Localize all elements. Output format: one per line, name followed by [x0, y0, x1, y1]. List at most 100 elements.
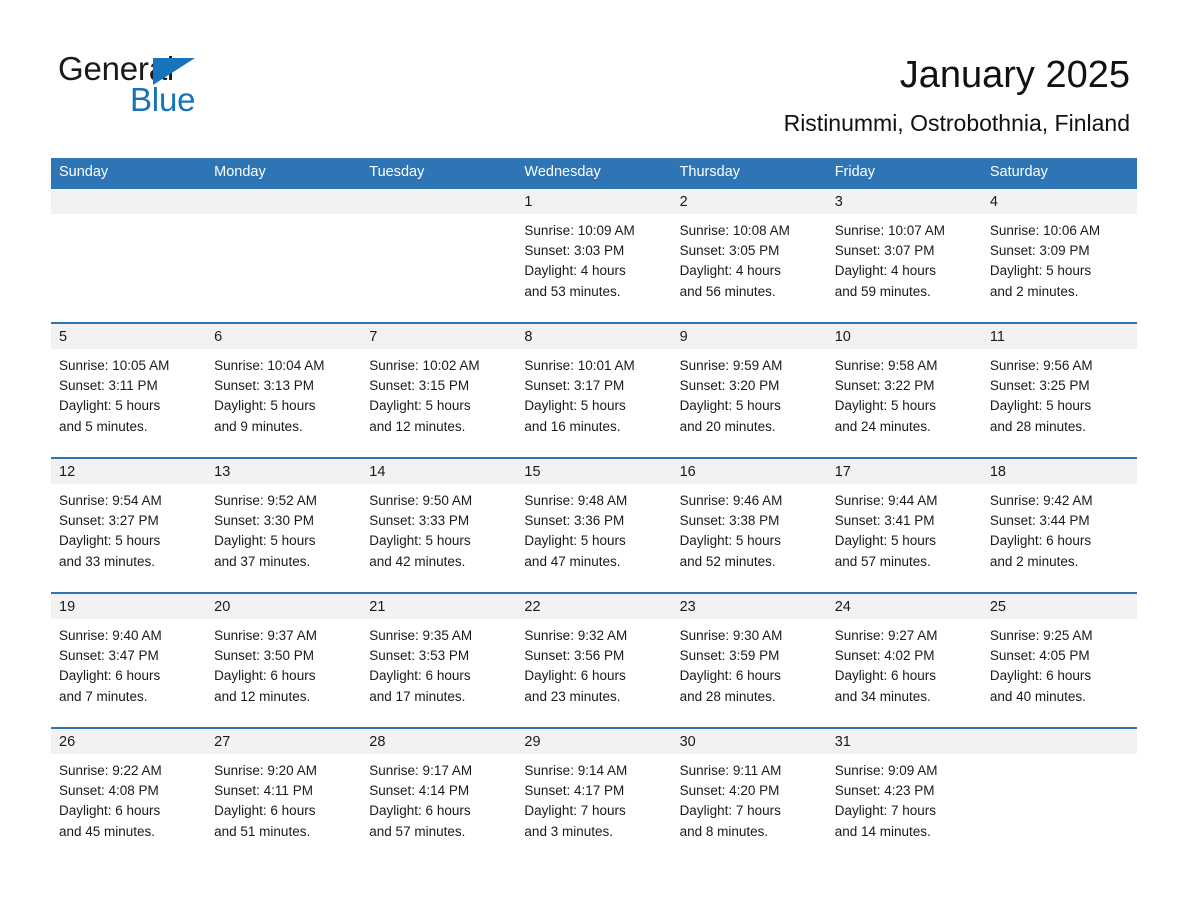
- day-cell[interactable]: 16 Sunrise: 9:46 AM Sunset: 3:38 PM Dayligh…: [671, 459, 827, 586]
- day-detail-line: and 56 minutes.: [679, 283, 776, 299]
- day-detail-line: Sunrise: 10:01 AM: [524, 358, 635, 373]
- day-details: Sunrise: 9:54 AM Sunset: 3:27 PM Daylight:…: [51, 484, 206, 572]
- weekday-header-sunday: Sunday: [59, 164, 109, 180]
- day-cell[interactable]: 28 Sunrise: 9:17 AM Sunset: 4:14 PM Dayligh…: [361, 729, 517, 856]
- calendar-grid: Sunday Monday Tuesday Wednesday Thursday Frid…: [51, 158, 1137, 856]
- day-details: Sunrise: 10:04 AM Sunset: 3:13 PM Daylight…: [206, 349, 361, 437]
- day-detail-line: Sunrise: 9:20 AM: [214, 763, 317, 778]
- day-number: 2: [671, 189, 827, 214]
- day-details: Sunrise: 9:40 AM Sunset: 3:47 PM Daylight:…: [51, 619, 206, 707]
- day-details: Sunrise: 9:32 AM Sunset: 3:56 PM Daylight:…: [516, 619, 671, 707]
- day-detail-line: Sunrise: 10:02 AM: [369, 358, 480, 373]
- day-detail-line: Daylight: 4 hours: [679, 263, 781, 279]
- day-detail-line: Sunset: 3:36 PM: [524, 513, 625, 529]
- day-number: 22: [516, 594, 672, 619]
- day-detail-line: Daylight: 7 hours: [679, 803, 781, 819]
- day-detail-line: Sunrise: 9:58 AM: [834, 358, 938, 373]
- day-details: Sunrise: 9:14 AM Sunset: 4:17 PM Daylight:…: [516, 754, 671, 842]
- day-detail-line: Daylight: 6 hours: [834, 668, 937, 684]
- day-cell[interactable]: 13 Sunrise: 9:52 AM Sunset: 3:30 PM Dayligh…: [206, 459, 362, 586]
- day-detail-line: Daylight: 5 hours: [214, 533, 316, 549]
- general-blue-logo[interactable]: General Blue: [58, 52, 338, 120]
- day-details: Sunrise: 9:11 AM Sunset: 4:20 PM Daylight:…: [672, 754, 827, 842]
- day-detail-line: Sunrise: 9:35 AM: [369, 628, 473, 643]
- calendar-page: General Blue January 2025 Ristinummi, Os…: [0, 0, 1188, 918]
- week-row: 1 Sunrise: 10:09 AM Sunset: 3:03 PM Dayligh…: [51, 187, 1137, 316]
- day-details: Sunrise: 9:37 AM Sunset: 3:50 PM Daylight:…: [206, 619, 361, 707]
- day-number: 5: [51, 324, 207, 349]
- day-number: [361, 189, 517, 214]
- day-details: Sunrise: 9:20 AM Sunset: 4:11 PM Daylight:…: [206, 754, 361, 842]
- day-detail-line: Daylight: 6 hours: [59, 803, 161, 819]
- day-detail-line: Sunset: 3:38 PM: [679, 513, 780, 529]
- day-cell[interactable]: 2 Sunrise: 10:08 AM Sunset: 3:05 PM Dayligh…: [671, 189, 827, 316]
- day-detail-line: Sunset: 3:50 PM: [214, 648, 314, 664]
- day-cell[interactable]: 29 Sunrise: 9:14 AM Sunset: 4:17 PM Dayligh…: [516, 729, 672, 856]
- page-subtitle: Ristinummi, Ostrobothnia, Finland: [783, 110, 1130, 136]
- day-detail-line: Sunset: 3:15 PM: [369, 378, 470, 394]
- day-cell[interactable]: 20 Sunrise: 9:37 AM Sunset: 3:50 PM Dayligh…: [206, 594, 362, 721]
- day-cell[interactable]: 7 Sunrise: 10:02 AM Sunset: 3:15 PM Dayligh…: [361, 324, 517, 451]
- day-cell[interactable]: 1 Sunrise: 10:09 AM Sunset: 3:03 PM Dayligh…: [516, 189, 672, 316]
- day-number: 27: [206, 729, 362, 754]
- day-cell[interactable]: 27 Sunrise: 9:20 AM Sunset: 4:11 PM Dayligh…: [206, 729, 362, 856]
- day-cell[interactable]: 31 Sunrise: 9:09 AM Sunset: 4:23 PM Dayligh…: [826, 729, 982, 856]
- day-detail-line: and 40 minutes.: [989, 688, 1086, 704]
- week-row: 12 Sunrise: 9:54 AM Sunset: 3:27 PM Dayligh…: [51, 457, 1137, 586]
- day-detail-line: and 45 minutes.: [59, 823, 156, 839]
- day-cell[interactable]: 30 Sunrise: 9:11 AM Sunset: 4:20 PM Dayligh…: [671, 729, 827, 856]
- day-details: Sunrise: 10:08 AM Sunset: 3:05 PM Daylight…: [672, 214, 827, 302]
- day-cell[interactable]: 6 Sunrise: 10:04 AM Sunset: 3:13 PM Dayligh…: [206, 324, 362, 451]
- day-detail-line: Daylight: 7 hours: [834, 803, 937, 819]
- day-detail-line: Sunset: 3:09 PM: [989, 243, 1090, 259]
- day-cell[interactable]: 24 Sunrise: 9:27 AM Sunset: 4:02 PM Dayligh…: [826, 594, 982, 721]
- day-cell[interactable]: 8 Sunrise: 10:01 AM Sunset: 3:17 PM Dayligh…: [516, 324, 672, 451]
- day-cell[interactable]: 26 Sunrise: 9:22 AM Sunset: 4:08 PM Dayligh…: [51, 729, 207, 856]
- day-cell[interactable]: 15 Sunrise: 9:48 AM Sunset: 3:36 PM Dayligh…: [516, 459, 672, 586]
- day-detail-line: and 20 minutes.: [679, 418, 776, 434]
- day-detail-line: and 9 minutes.: [214, 418, 303, 434]
- day-number: 1: [516, 189, 672, 214]
- day-detail-line: and 3 minutes.: [524, 823, 613, 839]
- day-cell[interactable]: 23 Sunrise: 9:30 AM Sunset: 3:59 PM Dayligh…: [671, 594, 827, 721]
- day-detail-line: Sunrise: 9:48 AM: [524, 493, 628, 508]
- page-title: January 2025: [899, 54, 1130, 96]
- day-detail-line: Sunrise: 9:30 AM: [679, 628, 783, 643]
- day-detail-line: Sunrise: 9:46 AM: [679, 493, 783, 508]
- day-detail-line: and 23 minutes.: [524, 688, 621, 704]
- day-cell[interactable]: 19 Sunrise: 9:40 AM Sunset: 3:47 PM Dayligh…: [51, 594, 207, 721]
- day-number: 10: [826, 324, 982, 349]
- day-detail-line: Daylight: 6 hours: [679, 668, 781, 684]
- week-row: 26 Sunrise: 9:22 AM Sunset: 4:08 PM Dayligh…: [51, 727, 1137, 856]
- day-detail-line: Daylight: 6 hours: [989, 668, 1092, 684]
- day-cell[interactable]: 10 Sunrise: 9:58 AM Sunset: 3:22 PM Dayligh…: [826, 324, 982, 451]
- day-details: [206, 214, 361, 221]
- day-cell[interactable]: 9 Sunrise: 9:59 AM Sunset: 3:20 PM Daylight…: [671, 324, 827, 451]
- day-details: [361, 214, 516, 221]
- day-details: Sunrise: 9:27 AM Sunset: 4:02 PM Daylight:…: [827, 619, 982, 707]
- day-number: 25: [981, 594, 1137, 619]
- day-number: 7: [361, 324, 517, 349]
- day-cell[interactable]: 3 Sunrise: 10:07 AM Sunset: 3:07 PM Dayligh…: [826, 189, 982, 316]
- day-cell[interactable]: 5 Sunrise: 10:05 AM Sunset: 3:11 PM Dayligh…: [51, 324, 207, 451]
- day-cell[interactable]: 25 Sunrise: 9:25 AM Sunset: 4:05 PM Dayligh…: [981, 594, 1137, 721]
- day-detail-line: and 2 minutes.: [989, 283, 1079, 299]
- day-cell[interactable]: 14 Sunrise: 9:50 AM Sunset: 3:33 PM Dayligh…: [361, 459, 517, 586]
- day-cell[interactable]: 17 Sunrise: 9:44 AM Sunset: 3:41 PM Dayligh…: [826, 459, 982, 586]
- day-detail-line: Sunrise: 9:14 AM: [524, 763, 628, 778]
- day-cell[interactable]: 12 Sunrise: 9:54 AM Sunset: 3:27 PM Dayligh…: [51, 459, 207, 586]
- day-detail-line: Sunset: 3:25 PM: [989, 378, 1090, 394]
- day-cell[interactable]: 21 Sunrise: 9:35 AM Sunset: 3:53 PM Dayligh…: [361, 594, 517, 721]
- day-detail-line: Sunrise: 9:11 AM: [679, 763, 782, 778]
- day-cell[interactable]: 11 Sunrise: 9:56 AM Sunset: 3:25 PM Dayligh…: [981, 324, 1137, 451]
- day-detail-line: Sunrise: 9:52 AM: [214, 493, 317, 508]
- day-detail-line: Daylight: 5 hours: [834, 533, 937, 549]
- weekday-header-wednesday: Wednesday: [524, 164, 601, 180]
- day-cell[interactable]: 18 Sunrise: 9:42 AM Sunset: 3:44 PM Dayligh…: [981, 459, 1137, 586]
- day-detail-line: Sunrise: 9:40 AM: [59, 628, 162, 643]
- day-number: 8: [516, 324, 672, 349]
- day-cell[interactable]: 4 Sunrise: 10:06 AM Sunset: 3:09 PM Dayligh…: [981, 189, 1137, 316]
- day-cell[interactable]: 22 Sunrise: 9:32 AM Sunset: 3:56 PM Dayligh…: [516, 594, 672, 721]
- day-detail-line: Sunrise: 9:50 AM: [369, 493, 473, 508]
- day-details: Sunrise: 9:52 AM Sunset: 3:30 PM Daylight:…: [206, 484, 361, 572]
